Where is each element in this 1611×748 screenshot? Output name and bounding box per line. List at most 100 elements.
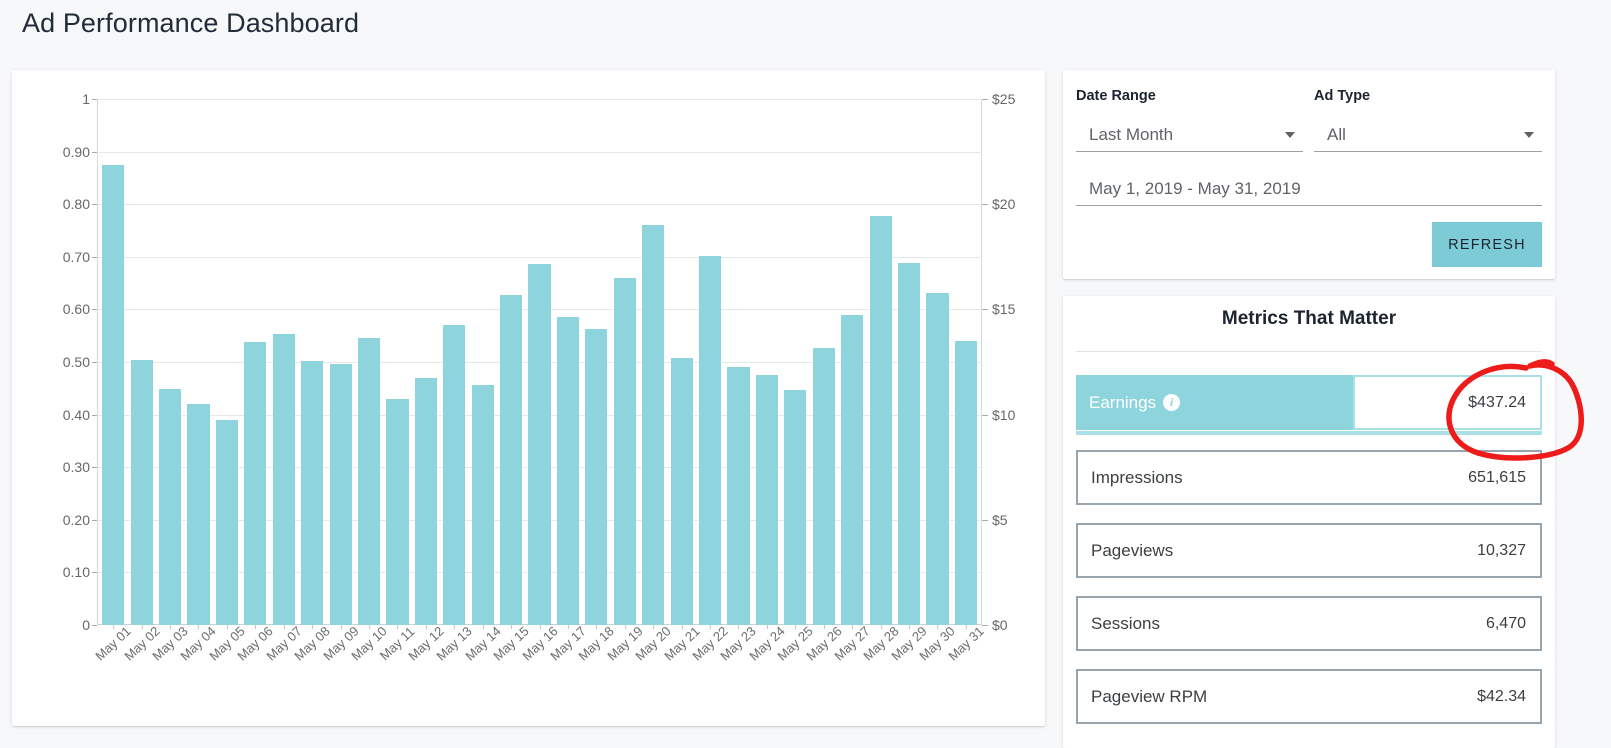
x-axis-tick-mark [653, 625, 655, 629]
date-span-input[interactable]: May 1, 2019 - May 31, 2019 [1076, 172, 1542, 206]
chart-card: 0 0.10 0.20 0.30 0.40 0.50 0.60 0.70 0.80 0.90 1 $… [12, 70, 1045, 726]
y-axis-left-tick-label: 0.30 [62, 459, 98, 476]
chevron-down-icon[interactable] [1285, 131, 1295, 138]
bar-series: May 01 May 02 May 03 May 04 May 05 May 06 May … [92, 99, 987, 664]
bar-slot[interactable]: May 15 [490, 99, 532, 664]
x-axis-tick-mark [596, 625, 598, 629]
bar-slot[interactable]: May 17 [547, 99, 589, 664]
bar-slot[interactable]: May 03 [149, 99, 191, 664]
bar-chart[interactable]: 0 0.10 0.20 0.30 0.40 0.50 0.60 0.70 0.80 0.90 1 $… [63, 91, 1016, 664]
bar-slot[interactable]: May 21 [661, 99, 702, 664]
x-axis-tick-mark [283, 625, 285, 629]
x-axis-tick-mark [113, 625, 115, 629]
bar[interactable] [585, 329, 608, 625]
y-axis-left-tick-label: 0.50 [62, 354, 98, 370]
x-axis-tick-mark [539, 625, 541, 629]
y-axis-right-tick-label: $25 [981, 91, 1016, 107]
bar[interactable] [727, 366, 750, 625]
bar-slot[interactable]: May 08 [291, 99, 333, 664]
bar[interactable] [301, 360, 324, 625]
bar[interactable] [357, 338, 381, 625]
date-span-value: May 1, 2019 - May 31, 2019 [1089, 178, 1301, 198]
bar-slot[interactable]: May 24 [746, 99, 788, 664]
bar-slot[interactable]: May 13 [434, 99, 475, 664]
bar-slot[interactable]: May 07 [263, 99, 304, 664]
bar-slot[interactable]: May 30 [917, 99, 958, 664]
bar-slot[interactable]: May 28 [860, 99, 901, 664]
bar[interactable] [272, 334, 295, 625]
bar-slot[interactable]: May 06 [235, 99, 276, 664]
bar[interactable] [869, 215, 892, 625]
bar-slot[interactable]: May 27 [831, 99, 873, 664]
bar-slot[interactable]: May 22 [689, 99, 731, 664]
bar[interactable] [500, 295, 523, 625]
bar-slot[interactable]: May 16 [519, 99, 560, 664]
bar-slot[interactable]: May 29 [888, 99, 930, 664]
bar-slot[interactable]: May 04 [178, 99, 219, 664]
metric-row[interactable]: Pageview RPM $42.34 [1076, 669, 1542, 724]
bar[interactable] [158, 389, 182, 625]
bar[interactable] [130, 360, 153, 625]
bar[interactable] [215, 420, 238, 625]
metric-value: $42.34 [1477, 687, 1526, 705]
bar-slot[interactable]: May 10 [348, 99, 390, 664]
bar[interactable] [386, 398, 409, 625]
metric-row[interactable]: Earnings i $437.24 [1076, 375, 1542, 435]
chevron-down-icon[interactable] [1524, 131, 1534, 138]
x-axis-tick-mark [312, 625, 314, 629]
bar[interactable] [812, 347, 835, 625]
bar-slot[interactable]: May 23 [718, 99, 759, 664]
y-axis-left-tick-label: 0.10 [62, 564, 98, 581]
bar[interactable] [471, 384, 494, 625]
bar[interactable] [244, 341, 267, 625]
y-axis-left-tick-label: 1 [82, 91, 97, 107]
metric-row[interactable]: Pageviews 10,327 [1076, 523, 1542, 578]
ad-type-label: Ad Type [1314, 88, 1371, 104]
bar[interactable] [841, 314, 864, 625]
bar-slot[interactable]: May 20 [633, 99, 674, 664]
refresh-button[interactable]: REFRESH [1432, 222, 1542, 267]
bar-slot[interactable]: May 01 [92, 99, 134, 664]
bar[interactable] [784, 390, 807, 625]
bar[interactable] [642, 224, 665, 625]
bar[interactable] [187, 403, 210, 625]
ad-type-value: All [1327, 124, 1346, 144]
bar-slot[interactable]: May 14 [462, 99, 503, 664]
bar-slot[interactable]: May 12 [405, 99, 447, 664]
y-axis-right-tick-label: $10 [981, 406, 1016, 423]
date-range-select[interactable]: Last Month [1076, 118, 1303, 152]
info-icon[interactable]: i [1163, 394, 1181, 411]
x-axis-tick-mark [681, 625, 683, 629]
bar[interactable] [954, 340, 977, 625]
ad-type-select[interactable]: All [1314, 118, 1542, 152]
bar[interactable] [329, 364, 352, 625]
metric-row[interactable]: Impressions 651,615 [1076, 450, 1542, 505]
earnings-underline [1076, 431, 1542, 435]
metric-value: 651,615 [1468, 468, 1526, 486]
bar-slot[interactable]: May 31 [945, 99, 987, 664]
bar[interactable] [443, 325, 466, 625]
bar-slot[interactable]: May 11 [377, 99, 418, 663]
bar[interactable] [528, 264, 551, 625]
bar[interactable] [755, 375, 778, 625]
bar-slot[interactable]: May 26 [803, 99, 844, 664]
bar[interactable] [414, 378, 437, 625]
x-axis-tick-mark [397, 625, 399, 629]
bar[interactable] [556, 317, 580, 625]
bar-slot[interactable]: May 19 [604, 99, 646, 664]
metric-row[interactable]: Sessions 6,470 [1076, 596, 1542, 651]
bar-slot[interactable]: May 02 [121, 99, 162, 664]
bar-slot[interactable]: May 09 [320, 99, 361, 664]
bar[interactable] [102, 164, 125, 625]
x-axis-tick-mark [482, 625, 484, 629]
y-axis-right-tick-label: $15 [981, 301, 1016, 318]
bar[interactable] [926, 293, 949, 625]
bar[interactable] [897, 263, 921, 625]
bar-slot[interactable]: May 25 [775, 99, 816, 664]
bar[interactable] [613, 278, 636, 625]
bar-slot[interactable]: May 18 [576, 99, 617, 664]
bar[interactable] [670, 357, 693, 625]
x-axis-tick-mark [624, 625, 626, 629]
bar[interactable] [698, 255, 722, 625]
bar-slot[interactable]: May 05 [206, 99, 248, 664]
